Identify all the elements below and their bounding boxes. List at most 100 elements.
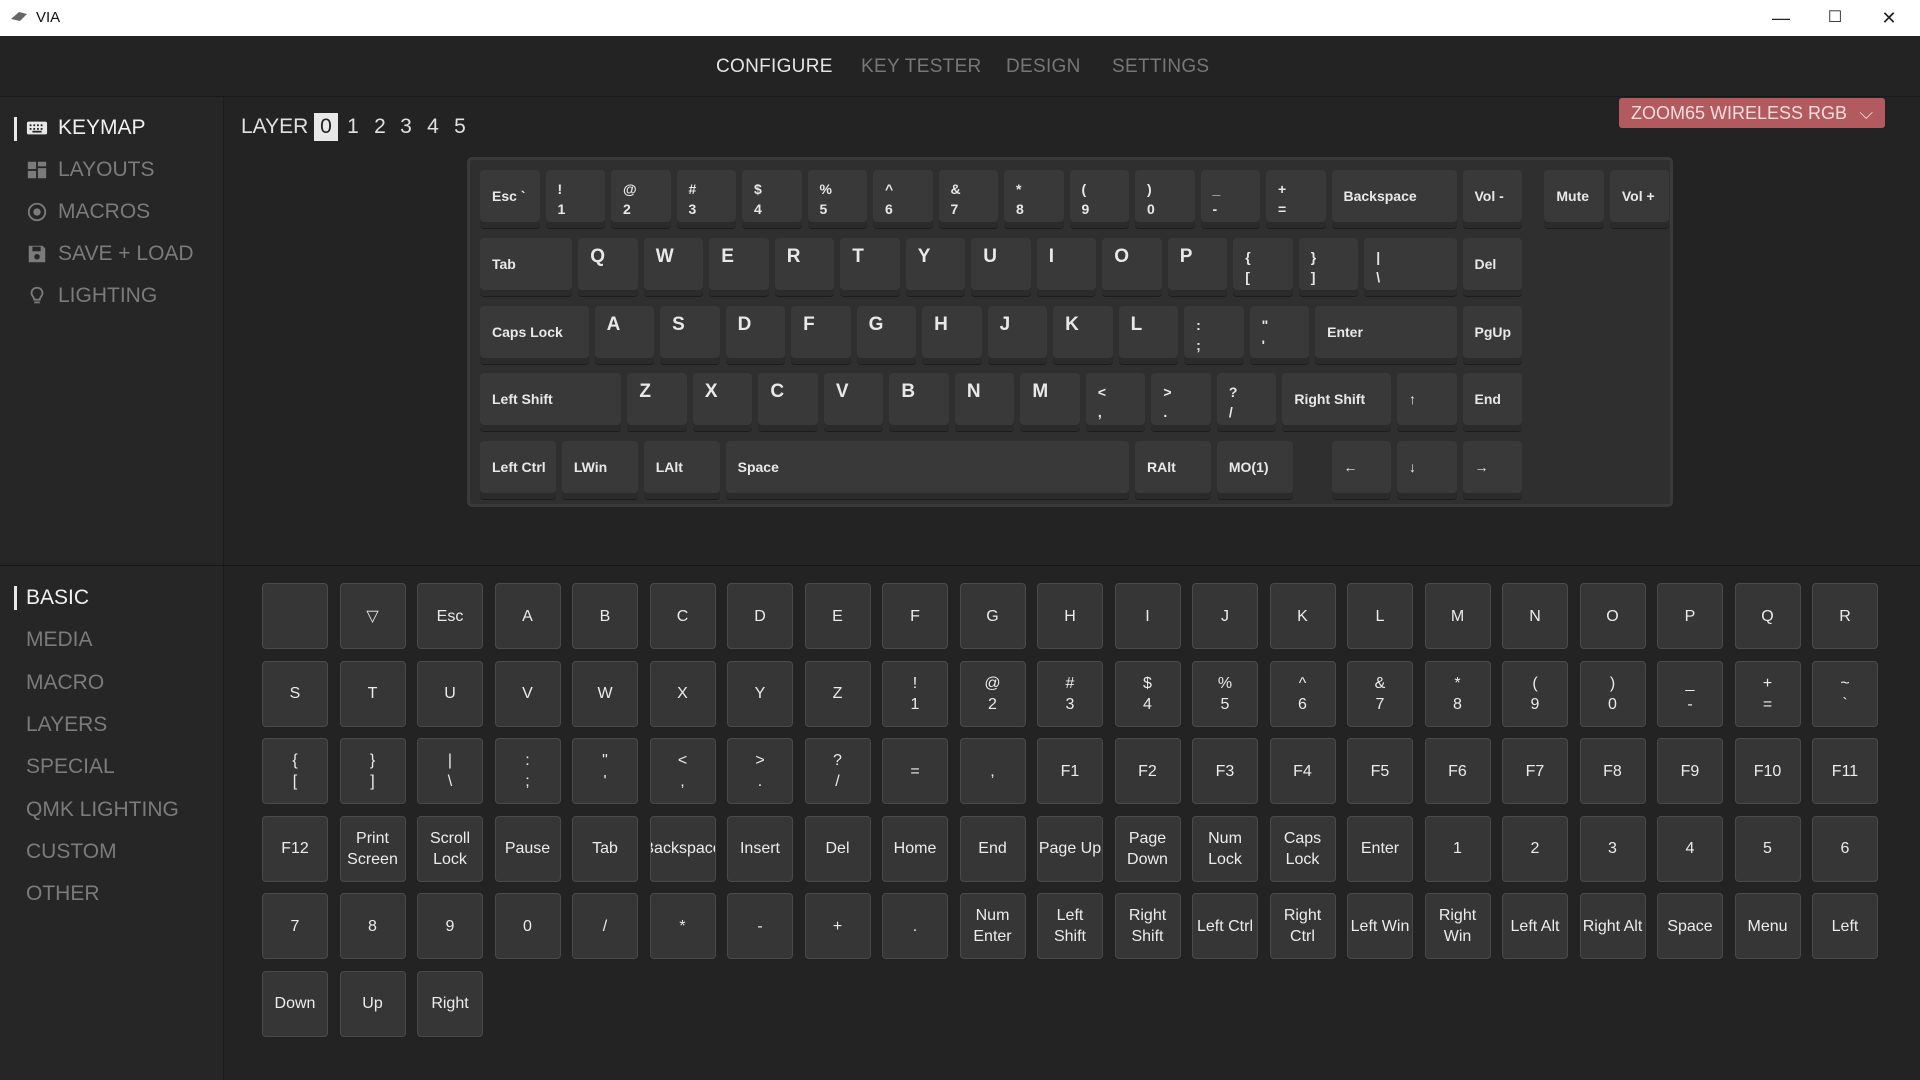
keycode-button[interactable]: 4 <box>1657 815 1723 882</box>
sidebar-item-save-load[interactable]: SAVE + LOAD <box>26 242 194 266</box>
keycode-button[interactable]: Home <box>882 815 948 882</box>
keymap-key[interactable]: ↑ <box>1397 373 1457 432</box>
keymap-key[interactable]: " ' <box>1249 305 1310 364</box>
keycode-button[interactable]: 3 <box>1579 815 1646 882</box>
keycode-button[interactable]: Right <box>417 970 483 1037</box>
keymap-key[interactable]: D <box>725 305 786 364</box>
keycode-button[interactable]: Pause <box>494 815 561 882</box>
keycode-button[interactable]: L <box>1347 583 1413 649</box>
keycode-button[interactable]: Right Shift <box>1114 893 1181 959</box>
minimize-button[interactable]: — <box>1754 0 1808 36</box>
keymap-key[interactable]: Caps Lock <box>480 305 589 364</box>
keycode-button[interactable]: O <box>1579 583 1646 649</box>
keymap-key[interactable]: I <box>1036 237 1097 296</box>
keycode-button[interactable]: N <box>1502 583 1568 649</box>
keycode-button[interactable]: F3 <box>1192 738 1258 804</box>
keymap-key[interactable]: M <box>1020 373 1080 432</box>
keycode-button[interactable]: <, <box>649 738 716 804</box>
keymap-key[interactable]: | \ <box>1364 237 1457 296</box>
keycode-button[interactable]: Num Enter <box>959 893 1026 959</box>
keymap-key[interactable]: ! 1 <box>545 170 605 228</box>
category-qmk-lighting[interactable]: QMK LIGHTING <box>26 798 179 822</box>
keycode-button[interactable]: W <box>572 660 638 727</box>
category-basic[interactable]: BASIC <box>26 586 89 610</box>
keycode-button[interactable]: * <box>649 893 716 959</box>
sidebar-item-layouts[interactable]: LAYOUTS <box>26 158 154 182</box>
keymap-key[interactable]: % 5 <box>807 170 867 228</box>
keymap-key[interactable]: Vol + <box>1609 170 1670 228</box>
keycode-button[interactable]: F9 <box>1657 738 1723 804</box>
keycode-button[interactable]: | \ <box>417 738 483 804</box>
keymap-key[interactable]: {[ <box>1233 237 1293 296</box>
keycode-button[interactable]: (9 <box>1502 660 1568 727</box>
keycode-button[interactable]: Left Alt <box>1502 893 1568 959</box>
keycode-button[interactable]: Right Win <box>1424 893 1491 959</box>
keycode-button[interactable]: E <box>804 583 871 649</box>
category-other[interactable]: OTHER <box>26 882 100 906</box>
keycode-button[interactable]: Space <box>1657 893 1723 959</box>
keymap-key[interactable]: K <box>1053 305 1113 364</box>
keycode-button[interactable]: " ' <box>572 738 638 804</box>
keymap-key[interactable]: LAlt <box>643 441 720 500</box>
keymap-key[interactable]: Right Shift <box>1282 373 1391 432</box>
keymap-key[interactable]: N <box>954 373 1015 432</box>
keymap-key[interactable]: ← <box>1331 441 1391 500</box>
tab-settings[interactable]: SETTINGS <box>1112 56 1209 78</box>
keycode-button[interactable]: K <box>1269 583 1336 649</box>
keymap-key[interactable]: Backspace <box>1331 170 1457 228</box>
keymap-key[interactable]: W <box>643 237 704 296</box>
keycode-button[interactable]: A <box>494 583 561 649</box>
keycode-button[interactable]: _ - <box>1657 660 1723 727</box>
layer-4-button[interactable]: 4 <box>421 113 445 141</box>
keymap-key[interactable]: O <box>1102 237 1162 296</box>
category-special[interactable]: SPECIAL <box>26 755 115 779</box>
keymap-key[interactable]: G <box>856 305 917 364</box>
keycode-button[interactable]: . <box>882 893 948 959</box>
keycode-button[interactable]: 0 <box>494 893 561 959</box>
keymap-key[interactable]: Q <box>578 237 638 296</box>
keycode-button[interactable]: F12 <box>262 815 328 882</box>
keymap-key[interactable]: ^ 6 <box>873 170 933 228</box>
keymap-key[interactable]: → <box>1462 441 1522 500</box>
keymap-key[interactable]: Del <box>1462 237 1522 296</box>
keycode-button[interactable]: Right Ctrl <box>1269 893 1336 959</box>
keymap-key[interactable]: Vol - <box>1462 170 1522 228</box>
keycode-button[interactable]: F5 <box>1347 738 1413 804</box>
keycode-button[interactable]: 1 <box>1424 815 1491 882</box>
keycode-button[interactable]: F7 <box>1502 738 1568 804</box>
keycode-button[interactable]: @2 <box>959 660 1026 727</box>
keymap-key[interactable]: Esc ` <box>480 170 540 228</box>
keymap-key[interactable]: _ - <box>1200 170 1260 228</box>
keymap-key[interactable]: Y <box>905 237 966 296</box>
keymap-key[interactable]: F <box>791 305 851 364</box>
keymap-key[interactable]: + = <box>1266 170 1326 228</box>
keymap-key[interactable]: X <box>692 373 753 432</box>
keycode-button[interactable]: Num Lock <box>1192 815 1258 882</box>
keymap-key[interactable]: Enter <box>1315 305 1457 364</box>
keycode-button[interactable]: Caps Lock <box>1269 815 1336 882</box>
category-custom[interactable]: CUSTOM <box>26 840 117 864</box>
keycode-button[interactable]: B <box>572 583 638 649</box>
keymap-key[interactable]: PgUp <box>1462 305 1522 364</box>
keycode-button[interactable]: C <box>649 583 716 649</box>
keymap-key[interactable]: ) 0 <box>1135 170 1195 228</box>
keymap-key[interactable]: Tab <box>480 237 573 296</box>
keymap-key[interactable]: }] <box>1298 237 1359 296</box>
keycode-button[interactable]: F10 <box>1734 738 1801 804</box>
sidebar-item-keymap[interactable]: KEYMAP <box>26 116 146 140</box>
keymap-key[interactable]: E <box>709 237 769 296</box>
keycode-button[interactable]: Page Down <box>1114 815 1181 882</box>
tab-configure[interactable]: CONFIGURE <box>716 56 833 78</box>
keycode-button[interactable]: , <box>959 738 1026 804</box>
keycode-button[interactable]: % 5 <box>1192 660 1258 727</box>
keycode-button[interactable]: F1 <box>1037 738 1103 804</box>
keycode-button[interactable]: 6 <box>1812 815 1878 882</box>
keycode-button[interactable]: Up <box>339 970 406 1037</box>
keycode-button[interactable]: Left Win <box>1347 893 1413 959</box>
category-layers[interactable]: LAYERS <box>26 713 107 737</box>
close-button[interactable]: ✕ <box>1862 0 1916 36</box>
keycode-button[interactable]: Enter <box>1347 815 1413 882</box>
keycode-button[interactable]: F4 <box>1269 738 1336 804</box>
keycode-button[interactable]: Left Shift <box>1037 893 1103 959</box>
keymap-key[interactable]: :; <box>1184 305 1244 364</box>
